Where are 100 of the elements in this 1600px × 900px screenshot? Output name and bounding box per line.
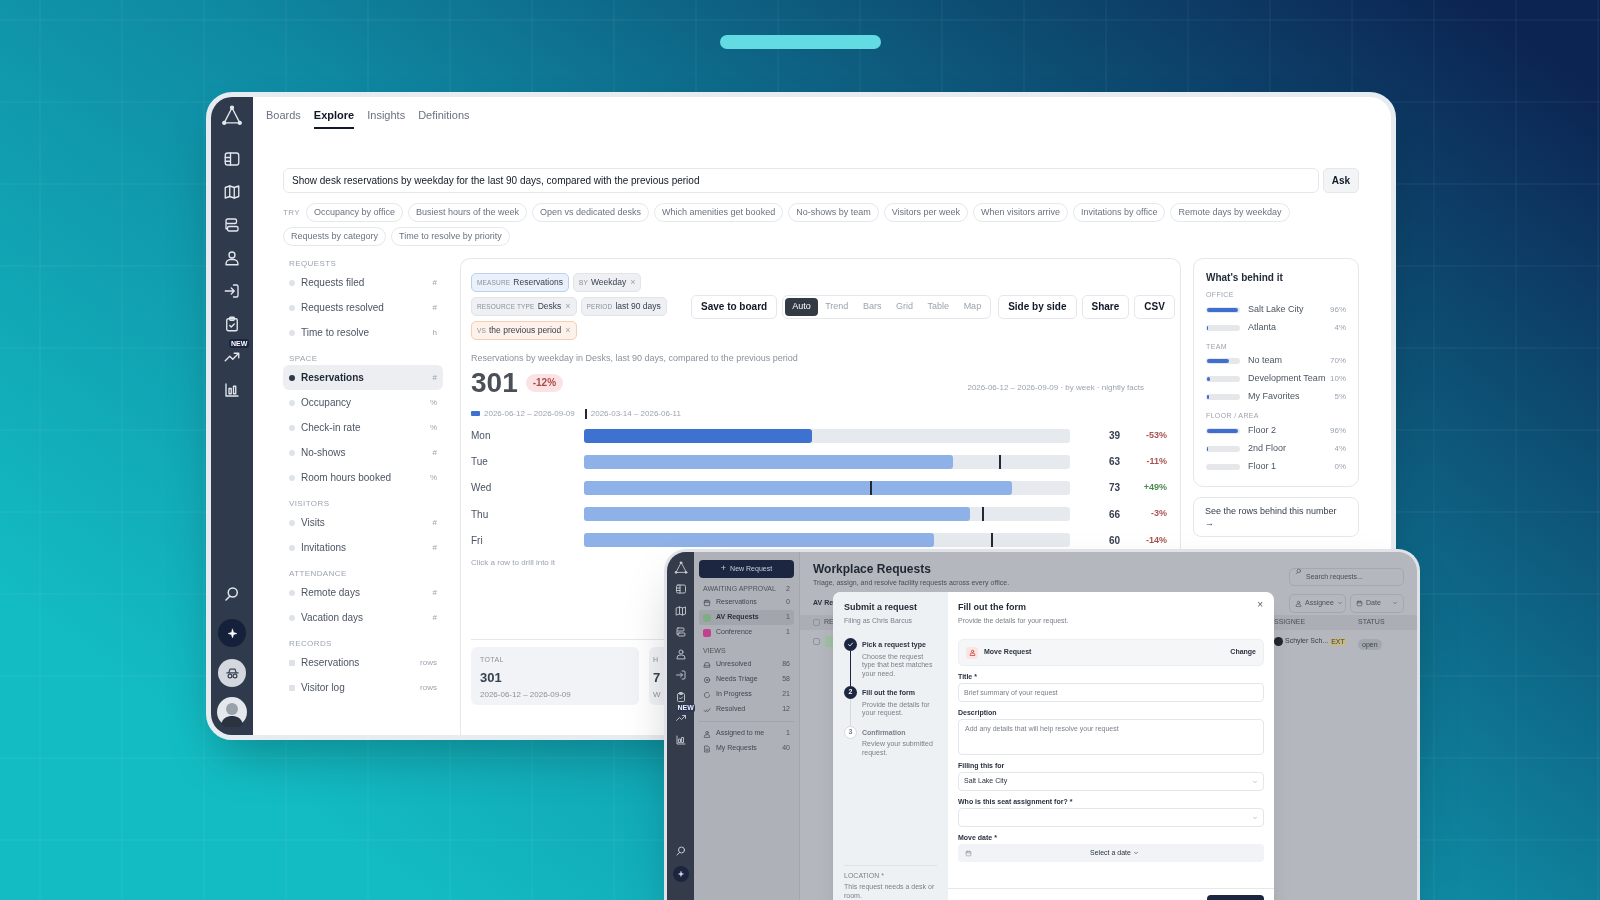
day-label: Thu: [471, 507, 490, 522]
metric-label: Invitations: [301, 541, 348, 555]
incognito-button[interactable]: [218, 659, 246, 687]
stat-value: 301: [480, 668, 502, 687]
clipboard-check-icon[interactable]: [674, 690, 687, 703]
action-button[interactable]: Side by side: [998, 294, 1077, 319]
metric-item[interactable]: Time to resolve h: [283, 320, 443, 345]
metric-item[interactable]: Visitor log rows: [283, 675, 443, 700]
sign-in-icon[interactable]: [674, 669, 687, 681]
view-option[interactable]: Auto: [785, 297, 818, 316]
bar-chart-icon[interactable]: [674, 733, 687, 746]
unit-label: h: [432, 326, 437, 339]
close-button[interactable]: ×: [1257, 600, 1263, 610]
tab[interactable]: Definitions: [418, 107, 470, 129]
user-icon[interactable]: [674, 647, 687, 660]
user-icon: [703, 729, 711, 738]
breakdown-label: Development Team: [1248, 372, 1327, 386]
triangle-logo[interactable]: [221, 105, 243, 127]
query-field[interactable]: Show desk reservations by weekday for the last 90 days, compared with the previous period: [283, 168, 1319, 193]
metric-label: Visits: [301, 516, 326, 530]
action-button[interactable]: Share: [1081, 294, 1130, 319]
user-icon: [1295, 599, 1302, 607]
chart-row[interactable]: Fri 60 -14%: [471, 527, 1170, 554]
metric-item[interactable]: No-shows #: [283, 440, 443, 465]
chart-row[interactable]: Wed 73 +49%: [471, 474, 1170, 502]
value-label: 39: [1107, 429, 1120, 444]
chart-row[interactable]: Thu 66 -3%: [471, 501, 1170, 528]
save-button[interactable]: Save to board: [691, 294, 778, 319]
bar-chart-icon[interactable]: [223, 381, 241, 399]
metric-label: No-shows: [301, 446, 347, 460]
metric-label: Reservations: [301, 371, 365, 385]
checkbox[interactable]: [813, 618, 820, 626]
breakdown-label: Salt Lake City: [1248, 302, 1305, 316]
ask-button[interactable]: Ask: [1323, 168, 1359, 193]
legend-swatch: [471, 411, 480, 416]
spinner-icon: [703, 690, 711, 699]
metric-item[interactable]: Requests resolved #: [283, 295, 443, 320]
unit-label: rows: [420, 656, 437, 669]
metric-item[interactable]: Reservations #: [283, 365, 443, 390]
metric-item[interactable]: Vacation days #: [283, 605, 443, 630]
chart-row[interactable]: Mon 39 -53%: [471, 422, 1170, 449]
trend-icon[interactable]: [674, 712, 687, 724]
tab[interactable]: Insights: [367, 107, 406, 129]
rows-icon[interactable]: [223, 216, 241, 234]
metric-label: Requests filed: [301, 276, 366, 290]
unit-label: %: [429, 471, 437, 484]
metric-item[interactable]: Occupancy %: [283, 390, 443, 415]
unit-label: rows: [420, 681, 437, 694]
assistant-button[interactable]: [218, 619, 246, 647]
map-icon[interactable]: [674, 604, 687, 617]
unit-label: #: [432, 541, 437, 554]
avatar[interactable]: [217, 697, 247, 727]
section-heading: VISITORS: [288, 498, 331, 510]
day-label: Tue: [471, 455, 489, 470]
change-label: -14%: [1145, 533, 1167, 547]
layout-icon[interactable]: [223, 150, 241, 168]
metric-item[interactable]: Invitations #: [283, 535, 443, 560]
metric-item[interactable]: Check-in rate %: [283, 415, 443, 440]
tab[interactable]: Boards: [266, 107, 301, 129]
layout-icon[interactable]: [674, 583, 687, 595]
share-value: 96%: [1330, 303, 1346, 316]
value-label: 73: [1107, 481, 1120, 496]
form-title: Fill out the form: [958, 601, 1026, 614]
chart-meta: 2026-06-12 – 2026-09-09 · by week · nightly facts: [967, 381, 1144, 394]
search-icon[interactable]: [674, 845, 687, 857]
metric-item[interactable]: Visits #: [283, 510, 443, 535]
assistant-button[interactable]: [672, 866, 689, 882]
unit-label: %: [429, 421, 437, 434]
unit-label: #: [432, 371, 437, 384]
chart-row[interactable]: Tue 63 -11%: [471, 448, 1170, 475]
search-icon[interactable]: [223, 585, 241, 603]
bullet-icon: [289, 329, 295, 336]
incognito-icon: [224, 665, 240, 681]
chip-value: Reservations: [513, 276, 563, 289]
chevron-down-icon: [1336, 600, 1343, 606]
clipboard-check-icon[interactable]: [223, 315, 241, 333]
document-icon: [703, 744, 711, 753]
bullet-icon: [289, 399, 295, 406]
breakdown-label: 2nd Floor: [1248, 441, 1288, 455]
chip-value: last 90 days: [615, 300, 661, 313]
checkbox[interactable]: [813, 638, 820, 645]
triangle-logo[interactable]: [673, 561, 688, 575]
total-value: 301: [471, 367, 518, 398]
action-button[interactable]: CSV: [1134, 294, 1175, 319]
rows-link[interactable]: See the rows behind this number →: [1193, 497, 1359, 537]
map-icon[interactable]: [223, 183, 241, 201]
select-field[interactable]: [958, 808, 1264, 827]
metric-item[interactable]: Requests filed #: [283, 270, 443, 295]
metric-item[interactable]: Room hours booked %: [283, 465, 443, 490]
change-label: -3%: [1150, 507, 1167, 521]
change-badge: -12%: [525, 373, 564, 392]
share-value: 5%: [1334, 391, 1346, 403]
tab[interactable]: Explore: [313, 107, 355, 129]
rows-icon[interactable]: [674, 626, 687, 638]
share-value: 10%: [1330, 373, 1346, 385]
metric-item[interactable]: Reservations rows: [283, 650, 443, 675]
unit-label: #: [432, 446, 437, 459]
user-icon[interactable]: [223, 249, 241, 267]
metric-item[interactable]: Remote days #: [283, 580, 443, 605]
sign-in-icon[interactable]: [223, 282, 241, 300]
